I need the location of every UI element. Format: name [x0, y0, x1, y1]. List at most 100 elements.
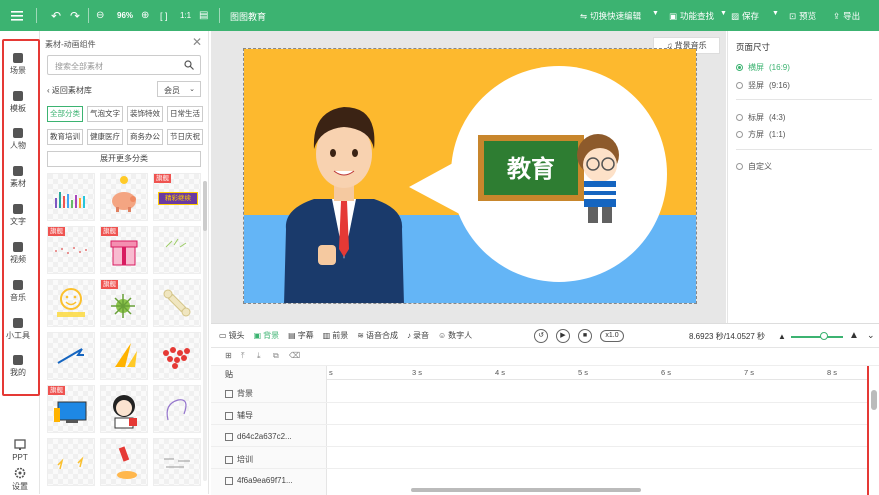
save-button[interactable]: ▨ 保存	[731, 10, 759, 22]
material-thumb-piggy-bank[interactable]	[100, 173, 148, 221]
zoom-slider-track[interactable]	[791, 336, 843, 338]
move-up-icon[interactable]: ⤒	[241, 351, 245, 361]
timeline-tab[interactable]: ☺ 数字人	[438, 330, 472, 341]
timeline-tab[interactable]: ▣ 背景	[254, 330, 280, 341]
timeline-tab[interactable]: ♪ 录音	[407, 330, 429, 341]
panel-scrollbar-thumb[interactable]	[203, 181, 207, 231]
category-chip[interactable]: 装饰特效	[127, 106, 163, 122]
track-label[interactable]: 4f6a9ea69f71...	[225, 476, 293, 485]
nav-item-label: 文字	[10, 217, 26, 226]
split-icon[interactable]: ⊞	[225, 351, 232, 360]
chevron-down-icon[interactable]: ▼	[652, 10, 659, 17]
chevron-down-icon[interactable]: ▼	[720, 10, 727, 17]
timeline-tab[interactable]: ≋ 语音合成	[357, 330, 398, 341]
nav-item-6[interactable]: 音乐	[0, 280, 36, 303]
preview-button[interactable]: ⊡ 预览	[789, 10, 816, 22]
speed-button[interactable]: x1.0	[600, 330, 624, 342]
track-label[interactable]: 培训	[225, 454, 253, 465]
material-thumb-bars[interactable]	[47, 173, 95, 221]
material-thumb-smiley-text[interactable]	[47, 279, 95, 327]
nav-item-7[interactable]: 小工具	[0, 318, 36, 341]
nav-item-4[interactable]: 文字	[0, 204, 36, 227]
redo-icon[interactable]: ↷	[70, 0, 80, 31]
timeline-tab[interactable]: ▥ 前景	[323, 330, 349, 341]
material-thumb-triangles[interactable]	[100, 332, 148, 380]
feature-search-button[interactable]: ▣ 功能查找	[669, 10, 714, 22]
track-label[interactable]: d64c2a637c2...	[225, 432, 292, 441]
fit-screen-icon[interactable]: [ ]	[160, 0, 168, 31]
category-chip[interactable]: 气泡文字	[87, 106, 123, 122]
delete-icon[interactable]: ⌫	[289, 351, 300, 360]
material-thumb-dragon[interactable]	[47, 332, 95, 380]
curve-line-icon	[166, 399, 187, 421]
project-title[interactable]: 图图教育	[230, 10, 266, 23]
expand-categories-button[interactable]: 展开更多分类	[47, 151, 201, 167]
search-icon[interactable]	[184, 60, 194, 70]
material-thumb-bone[interactable]	[153, 279, 201, 327]
radio-square[interactable]: 方屏 (1:1)	[736, 129, 785, 140]
nav-item-1[interactable]: 模板	[0, 91, 36, 114]
menu-icon[interactable]	[10, 0, 24, 31]
material-thumb-hearts[interactable]	[153, 332, 201, 380]
material-thumb-girl-coffee[interactable]	[100, 385, 148, 433]
stop-button[interactable]: ■	[578, 329, 592, 343]
playhead[interactable]	[867, 366, 869, 495]
category-chip[interactable]: 日常生活	[167, 106, 203, 122]
search-input[interactable]: 搜索全部素材	[47, 55, 201, 75]
actual-size-icon[interactable]: 1:1	[180, 0, 191, 31]
material-thumb-dots[interactable]: 旗舰	[47, 226, 95, 274]
radio-custom[interactable]: 自定义	[736, 161, 772, 172]
nav-item-5[interactable]: 视频	[0, 242, 36, 265]
category-chip[interactable]: 商务办公	[127, 129, 163, 145]
collapse-icon[interactable]: ⌄	[867, 330, 875, 341]
nav-item-8[interactable]: 我的	[0, 355, 36, 378]
material-thumb-sketch[interactable]	[153, 438, 201, 486]
play-button[interactable]: ▶	[556, 329, 570, 343]
vertical-scrollbar[interactable]	[871, 390, 877, 410]
quick-edit-button[interactable]: ⇋ 切换快速编辑	[580, 10, 641, 22]
material-thumb-gift[interactable]: 旗舰	[100, 226, 148, 274]
close-icon[interactable]: ✕	[192, 35, 202, 49]
rewind-button[interactable]: ↺	[534, 329, 548, 343]
category-chip[interactable]: 教育培训	[47, 129, 83, 145]
material-thumb-hotdog[interactable]	[100, 438, 148, 486]
material-thumb-computer[interactable]: 旗舰	[47, 385, 95, 433]
zoom-in-icon[interactable]: ⊕	[141, 0, 149, 31]
nav-item-settings[interactable]: 设置	[0, 467, 40, 492]
time-ruler[interactable]: s 3 s 4 s 5 s 6 s 7 s 8 s	[327, 366, 867, 380]
nav-item-0[interactable]: 场景	[0, 53, 36, 76]
canvas-icon[interactable]: ▤	[199, 0, 208, 31]
scene-canvas[interactable]: 教育	[243, 48, 697, 304]
material-thumb-banner[interactable]: 旗舰 精彩继续	[153, 173, 201, 221]
move-down-icon[interactable]: ⤓	[257, 351, 261, 361]
chevron-down-icon[interactable]: ▼	[772, 10, 779, 17]
material-thumb-virus[interactable]: 旗舰	[100, 279, 148, 327]
material-thumb-sparkle[interactable]	[153, 226, 201, 274]
mountain-small-icon[interactable]: ▲	[778, 332, 786, 341]
zoom-slider-knob[interactable]	[820, 332, 828, 340]
horizontal-scrollbar[interactable]	[411, 488, 641, 492]
nav-item-3[interactable]: 素材	[0, 166, 36, 189]
export-button[interactable]: ⇪ 导出	[833, 10, 860, 22]
track-label[interactable]: 背景	[225, 388, 253, 399]
category-chip[interactable]: 节日庆祝	[167, 129, 203, 145]
radio-landscape[interactable]: 横屏 (16:9)	[736, 62, 790, 73]
category-chip[interactable]: 全部分类	[47, 106, 83, 122]
undo-icon[interactable]: ↶	[51, 0, 61, 31]
timeline-tab[interactable]: ▭ 镜头	[219, 330, 245, 341]
nav-item-ppt[interactable]: PPT	[0, 439, 40, 462]
back-to-library-link[interactable]: ‹ 返回素材库	[47, 85, 92, 96]
nav-item-2[interactable]: 人物	[0, 128, 36, 151]
mountain-large-icon[interactable]: ▲	[849, 330, 859, 341]
material-thumb-curve[interactable]	[153, 385, 201, 433]
category-chip[interactable]: 健康医疗	[87, 129, 123, 145]
radio-standard[interactable]: 标屏 (4:3)	[736, 112, 785, 123]
track-label[interactable]: 辅导	[225, 410, 253, 421]
vip-select[interactable]: 会员 ⌄	[157, 81, 201, 97]
zoom-out-icon[interactable]: ⊖	[96, 0, 104, 31]
material-thumb-lightning[interactable]	[47, 438, 95, 486]
timeline-tab[interactable]: ▤ 字幕	[288, 330, 314, 341]
music-icon	[13, 280, 23, 290]
radio-portrait[interactable]: 竖屏 (9:16)	[736, 80, 790, 91]
copy-icon[interactable]: ⧉	[273, 351, 279, 361]
